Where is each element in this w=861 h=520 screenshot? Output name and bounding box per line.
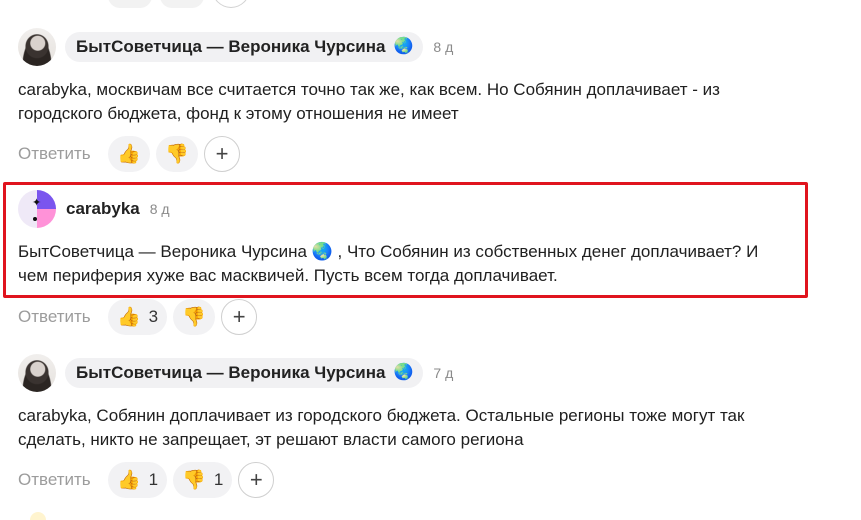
dislike-button[interactable]: 👎 1 bbox=[173, 462, 233, 498]
thumbs-up-icon: 👍 bbox=[117, 306, 141, 328]
like-count: 3 bbox=[148, 307, 159, 326]
add-reaction-button[interactable]: + bbox=[238, 462, 275, 498]
author-name-pill[interactable]: БытСоветчица — Вероника Чурсина 🌏 bbox=[65, 358, 424, 388]
comment-time: 7 д bbox=[433, 365, 454, 381]
reply-button[interactable]: Ответить bbox=[18, 307, 108, 327]
dislike-button[interactable]: 👎 bbox=[173, 299, 216, 335]
comment-actions: Ответить 👍 1 👎 1 + bbox=[18, 462, 275, 498]
reply-button[interactable]: Ответить bbox=[18, 144, 108, 164]
dislike-button[interactable]: 👎 bbox=[156, 136, 198, 172]
comment: БытСоветчица — Вероника Чурсина 🌏 7 д ca… bbox=[18, 354, 808, 452]
add-reaction-button[interactable]: + bbox=[221, 299, 258, 335]
comment-actions: Ответить 👍 3 👎 + bbox=[18, 299, 258, 335]
thumbs-down-icon: 👎 bbox=[182, 306, 206, 328]
highlight-box bbox=[3, 182, 808, 298]
add-reaction-button[interactable]: + bbox=[204, 136, 240, 172]
author-avatar[interactable] bbox=[18, 28, 56, 66]
thumbs-down-icon: 👎 bbox=[182, 469, 206, 491]
comment-actions: Ответить 👍 👎 + bbox=[18, 136, 240, 172]
dislike-count: 1 bbox=[213, 470, 224, 489]
comment-header: БытСоветчица — Вероника Чурсина 🌏 8 д bbox=[18, 28, 808, 66]
comment-text: carabyka, москвичам все считается точно … bbox=[18, 80, 720, 123]
comment-text: carabyka, Собянин доплачивает из городск… bbox=[18, 406, 745, 449]
reply-button[interactable]: Ответить bbox=[18, 470, 108, 490]
next-avatar-partial bbox=[30, 512, 46, 520]
comment-time: 8 д bbox=[433, 39, 454, 55]
author-name: БытСоветчица — Вероника Чурсина bbox=[76, 363, 386, 382]
thumbs-up-icon: 👍 bbox=[117, 469, 141, 491]
thumbs-up-icon: 👍 bbox=[117, 143, 141, 165]
comments-page: БытСоветчица — Вероника Чурсина 🌏 8 д ca… bbox=[0, 0, 861, 520]
previous-dislike-button[interactable] bbox=[160, 0, 204, 8]
previous-like-button[interactable] bbox=[108, 0, 152, 8]
previous-add-reaction-button[interactable] bbox=[212, 0, 250, 8]
globe-icon: 🌏 bbox=[393, 364, 414, 381]
previous-actions-row bbox=[108, 0, 250, 8]
author-name-pill[interactable]: БытСоветчица — Вероника Чурсина 🌏 bbox=[65, 32, 424, 62]
comment-header: БытСоветчица — Вероника Чурсина 🌏 7 д bbox=[18, 354, 808, 392]
author-name: БытСоветчица — Вероника Чурсина bbox=[76, 37, 386, 56]
like-button[interactable]: 👍 bbox=[108, 136, 150, 172]
like-button[interactable]: 👍 3 bbox=[108, 299, 168, 335]
like-button[interactable]: 👍 1 bbox=[108, 462, 168, 498]
thumbs-down-icon: 👎 bbox=[165, 143, 189, 165]
like-count: 1 bbox=[148, 470, 159, 489]
author-avatar[interactable] bbox=[18, 354, 56, 392]
globe-icon: 🌏 bbox=[393, 38, 414, 55]
comment: БытСоветчица — Вероника Чурсина 🌏 8 д ca… bbox=[18, 28, 808, 126]
